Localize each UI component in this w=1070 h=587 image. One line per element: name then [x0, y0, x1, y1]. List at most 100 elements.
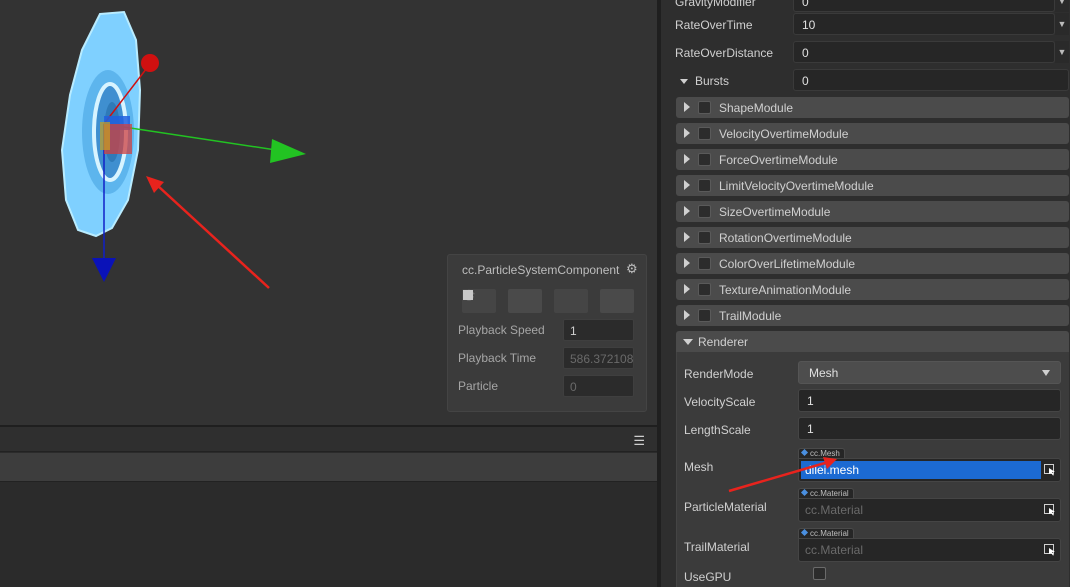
use-gpu-checkbox[interactable]: [813, 567, 826, 580]
panel-title: cc.ParticleSystemComponent: [462, 263, 620, 277]
render-mode-select[interactable]: Mesh: [798, 361, 1061, 384]
trail-material-value[interactable]: cc.Material: [801, 541, 1041, 559]
expand-arrow-icon[interactable]: [684, 128, 690, 138]
module-enable-checkbox[interactable]: [698, 283, 711, 296]
module-limit-velocity-overtime[interactable]: LimitVelocityOvertimeModule: [676, 175, 1069, 196]
playback-speed-row: Playback Speed 1: [458, 319, 634, 341]
asset-box[interactable]: cc.Material: [798, 538, 1061, 562]
playback-time-label: Playback Time: [458, 351, 537, 365]
asset-picker-icon[interactable]: [1044, 504, 1056, 516]
module-enable-checkbox[interactable]: [698, 309, 711, 322]
module-color-over-lifetime[interactable]: ColorOverLifetimeModule: [676, 253, 1069, 274]
rate-over-distance-input[interactable]: 0: [793, 41, 1055, 63]
module-name: ShapeModule: [719, 101, 794, 115]
prop-use-gpu: UseGPU: [676, 564, 1069, 587]
chevron-down-icon[interactable]: ▼: [1055, 0, 1069, 12]
prop-label: ParticleMaterial: [684, 500, 767, 514]
module-enable-checkbox[interactable]: [698, 153, 711, 166]
asset-type-icon: [800, 528, 809, 537]
restart-button[interactable]: [463, 289, 588, 313]
module-enable-checkbox[interactable]: [698, 127, 711, 140]
scene-view[interactable]: cc.ParticleSystemComponent ⚙ Playback Sp…: [0, 0, 657, 425]
prop-label: TrailMaterial: [684, 540, 750, 554]
module-name: TextureAnimationModule: [719, 283, 852, 297]
asset-picker-icon[interactable]: [1044, 464, 1056, 476]
select-value: Mesh: [809, 366, 839, 380]
hamburger-menu-icon[interactable]: ☰: [633, 433, 645, 449]
gravity-modifier-input[interactable]: 0: [793, 0, 1055, 12]
prop-rate-over-time: RateOverTime 10 ▼: [661, 13, 1070, 37]
module-enable-checkbox[interactable]: [698, 101, 711, 114]
bottom-panel: ☰: [0, 425, 657, 587]
particle-count-row: Particle 0: [458, 375, 634, 397]
expand-arrow-icon[interactable]: [684, 232, 690, 242]
chevron-down-icon[interactable]: ▼: [1055, 41, 1069, 63]
expand-arrow-icon[interactable]: [684, 310, 690, 320]
particle-system-panel: cc.ParticleSystemComponent ⚙ Playback Sp…: [447, 254, 647, 412]
playback-speed-input[interactable]: 1: [563, 319, 634, 341]
chevron-down-icon: [1042, 370, 1050, 376]
module-shape[interactable]: ShapeModule: [676, 97, 1069, 118]
module-name: VelocityOvertimeModule: [719, 127, 849, 141]
playback-time-row: Playback Time 586.372108: [458, 347, 634, 369]
chevron-down-icon[interactable]: ▼: [1055, 13, 1069, 35]
particle-material-value[interactable]: cc.Material: [801, 501, 1041, 519]
module-trail[interactable]: TrailModule: [676, 305, 1069, 326]
prop-gravity-modifier: GravityModifier 0 ▼: [661, 0, 1070, 14]
length-scale-input[interactable]: 1: [798, 417, 1061, 440]
annotation-arrow: [146, 176, 270, 289]
trail-material-asset-field[interactable]: cc.Material cc.Material: [798, 528, 1061, 562]
x-axis-handle: [270, 139, 306, 163]
module-velocity-overtime[interactable]: VelocityOvertimeModule: [676, 123, 1069, 144]
module-force-overtime[interactable]: ForceOvertimeModule: [676, 149, 1069, 170]
expand-arrow-icon[interactable]: [684, 206, 690, 216]
stop-icon: [463, 290, 473, 300]
module-size-overtime[interactable]: SizeOvertimeModule: [676, 201, 1069, 222]
bottom-panel-toolbar: [0, 453, 657, 482]
module-enable-checkbox[interactable]: [698, 179, 711, 192]
module-name: RotationOvertimeModule: [719, 231, 852, 245]
y-axis-handle: [141, 54, 159, 72]
gear-icon[interactable]: ⚙: [626, 262, 638, 275]
renderer-section-header[interactable]: Renderer: [676, 331, 1069, 352]
module-name: ColorOverLifetimeModule: [719, 257, 856, 271]
module-name: TrailModule: [719, 309, 782, 323]
prop-label: VelocityScale: [684, 395, 756, 409]
module-name: LimitVelocityOvertimeModule: [719, 179, 874, 193]
asset-box[interactable]: cc.Material: [798, 498, 1061, 522]
module-rotation-overtime[interactable]: RotationOvertimeModule: [676, 227, 1069, 248]
expand-arrow-icon[interactable]: [684, 284, 690, 294]
renderer-title: Renderer: [698, 335, 749, 349]
pause-button[interactable]: [463, 289, 542, 313]
module-texture-animation[interactable]: TextureAnimationModule: [676, 279, 1069, 300]
prop-label: RenderMode: [684, 367, 754, 381]
expand-arrow-icon[interactable]: [680, 79, 688, 84]
annotation-arrow: [728, 457, 837, 493]
asset-picker-icon[interactable]: [1044, 544, 1056, 556]
module-name: ForceOvertimeModule: [719, 153, 838, 167]
inspector-panel: GravityModifier 0 ▼ RateOverTime 10 ▼ Ra…: [661, 0, 1070, 587]
expand-arrow-icon[interactable]: [684, 258, 690, 268]
module-enable-checkbox[interactable]: [698, 231, 711, 244]
collapse-arrow-icon[interactable]: [683, 339, 693, 345]
expand-arrow-icon[interactable]: [684, 154, 690, 164]
module-enable-checkbox[interactable]: [698, 257, 711, 270]
prop-velocity-scale: VelocityScale 1: [676, 389, 1069, 413]
particle-count-value: 0: [563, 375, 634, 397]
rate-over-time-input[interactable]: 10: [793, 13, 1055, 35]
expand-arrow-icon[interactable]: [684, 102, 690, 112]
particle-count-label: Particle: [458, 379, 499, 393]
stop-button[interactable]: [463, 289, 634, 313]
prop-bursts[interactable]: Bursts 0: [661, 69, 1070, 93]
prop-label: UseGPU: [684, 570, 732, 584]
velocity-scale-input[interactable]: 1: [798, 389, 1061, 412]
prop-length-scale: LengthScale 1: [676, 417, 1069, 441]
expand-arrow-icon[interactable]: [684, 180, 690, 190]
asset-type-label: cc.Material: [810, 529, 849, 538]
prop-label: GravityModifier: [675, 0, 756, 9]
playback-time-value: 586.372108: [563, 347, 634, 369]
module-enable-checkbox[interactable]: [698, 205, 711, 218]
bursts-count-input[interactable]: 0: [793, 69, 1069, 91]
bottom-panel-header: ☰: [0, 427, 657, 452]
prop-label: Mesh: [684, 460, 714, 474]
